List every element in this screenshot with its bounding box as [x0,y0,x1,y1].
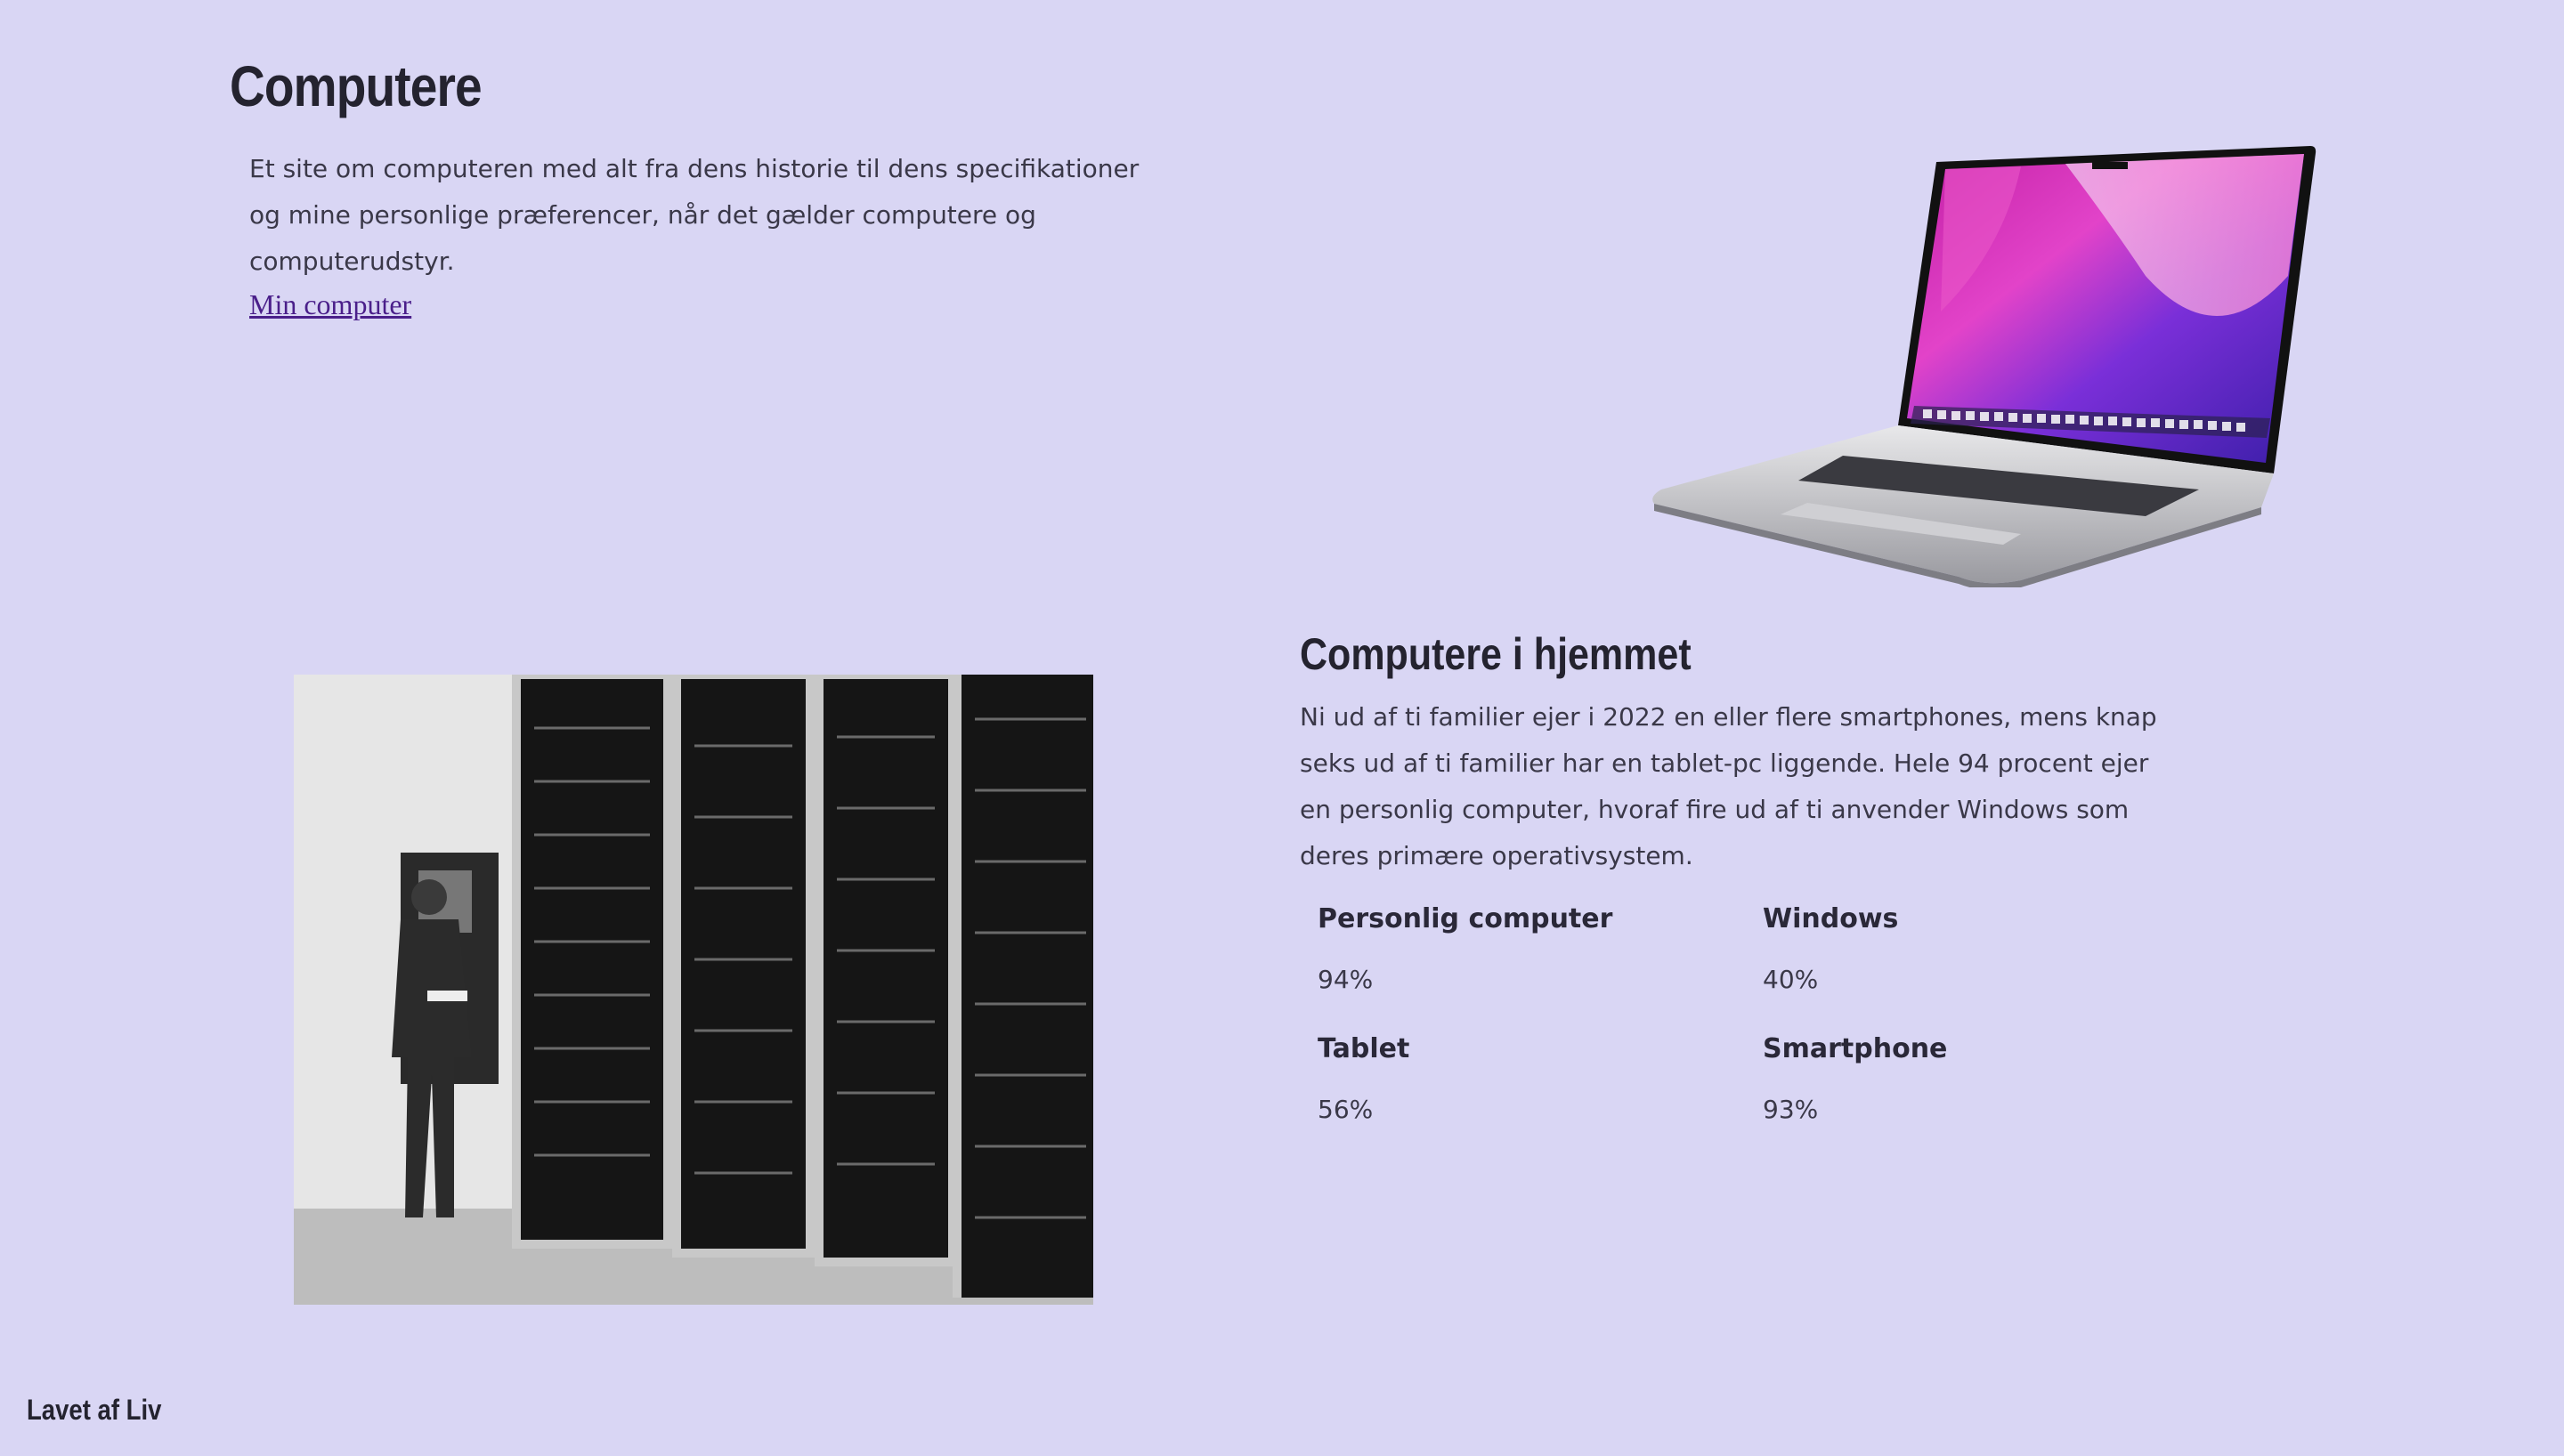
stat-label-personal-computer: Personlig computer [1318,903,1613,934]
stat-value-windows: 40% [1763,965,1819,994]
stat-value-smartphone: 93% [1763,1095,1819,1124]
page-title: Computere [230,54,483,118]
section-title: Computere i hjemmet [1300,629,1692,679]
stat-label-windows: Windows [1763,903,1899,934]
my-computer-link[interactable]: Min computer [249,288,411,321]
laptop-image [1652,146,2317,587]
section-description: Ni ud af ti familier ejer i 2022 en elle… [1300,702,2157,870]
stat-label-smartphone: Smartphone [1763,1033,1948,1064]
footer-credit: Lavet af Liv [27,1394,162,1426]
hero-description: Et site om computeren med alt fra dens h… [249,154,1140,276]
vintage-computer-image [294,675,1093,1305]
stat-label-tablet: Tablet [1318,1033,1410,1064]
stat-value-tablet: 56% [1318,1095,1374,1124]
stat-value-personal-computer: 94% [1318,965,1374,994]
